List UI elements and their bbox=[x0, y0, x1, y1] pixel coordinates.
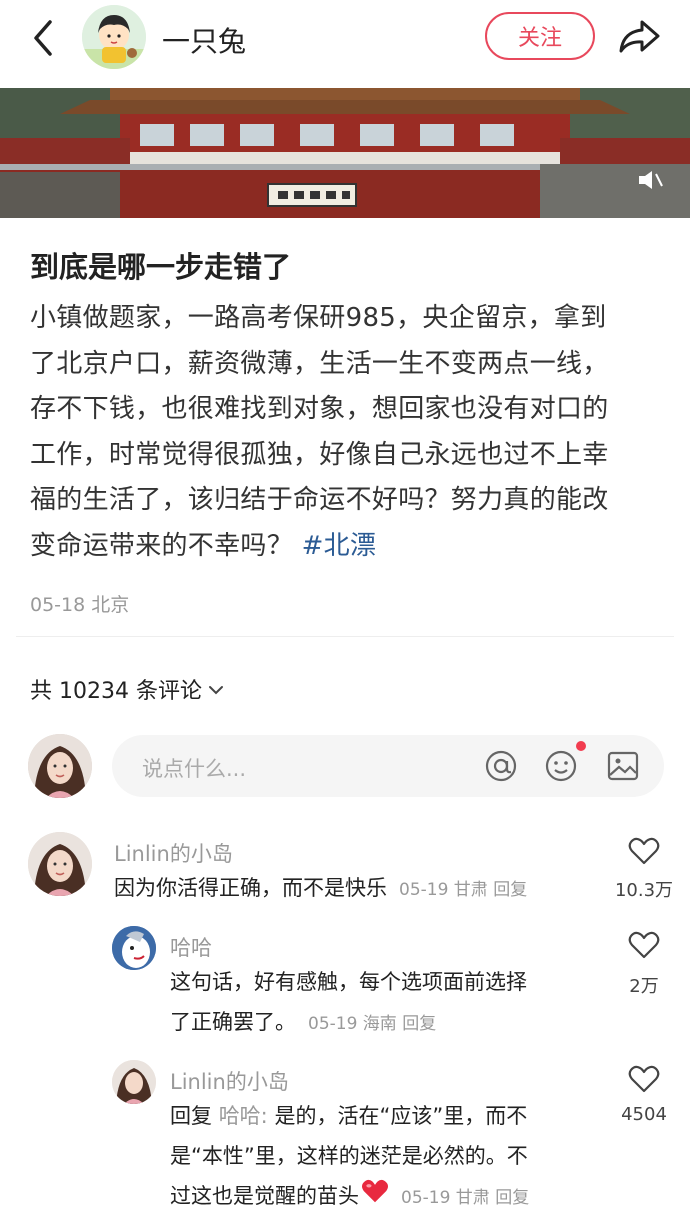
heart-emoji-icon bbox=[361, 1177, 389, 1214]
post-body-line: 存不下钱，也很难找到对象，想回家也没有对口的 bbox=[30, 394, 609, 424]
post-meta: 05-18 北京 bbox=[30, 594, 130, 616]
mute-icon[interactable] bbox=[636, 168, 664, 192]
commenter-name[interactable]: 哈哈 bbox=[170, 932, 212, 962]
commenter-avatar[interactable] bbox=[28, 832, 92, 896]
comment-line: 这句话，好有感触，每个选项面前选择 bbox=[170, 970, 527, 994]
comment-line: 是“本性”里，这样的迷茫是必然的。不 bbox=[170, 1144, 528, 1168]
notification-dot bbox=[576, 741, 586, 751]
divider bbox=[16, 636, 674, 637]
comment-meta[interactable]: 05-19 甘肃 回复 bbox=[399, 880, 527, 900]
comment-input[interactable]: 说点什么... bbox=[112, 735, 664, 797]
chevron-down-icon bbox=[208, 677, 224, 702]
follow-button[interactable]: 关注 bbox=[485, 12, 595, 60]
author-name[interactable]: 一只兔 bbox=[162, 20, 246, 60]
share-icon[interactable] bbox=[616, 16, 662, 56]
hashtag-link[interactable]: #北漂 bbox=[302, 531, 377, 561]
comment-text: 因为你活得正确，而不是快乐 05-19 甘肃 回复 bbox=[114, 868, 527, 910]
commenter-avatar[interactable] bbox=[112, 1060, 156, 1104]
post-body-line: 了北京户口，薪资微薄，生活一生不变两点一线， bbox=[30, 348, 609, 379]
my-avatar bbox=[28, 734, 92, 798]
post-title: 到底是哪一步走错了 bbox=[30, 250, 292, 284]
comment-line: 过这也是觉醒的苗头 05-19 甘肃 回复 bbox=[170, 1176, 529, 1214]
emoji-icon[interactable] bbox=[544, 749, 578, 783]
comment-line: 了正确罢了。 05-19 海南 回复 bbox=[170, 1002, 527, 1044]
comment-meta[interactable]: 05-19 海南 回复 bbox=[308, 1014, 436, 1034]
comment-body: 了正确罢了。 bbox=[170, 1010, 296, 1034]
post-body-line: 工作，时常觉得很孤独，好像自己永远也过不上幸 bbox=[30, 439, 609, 470]
post-body-line: 变命运带来的不幸吗？ #北漂 bbox=[30, 524, 662, 570]
comment-body: 过这也是觉醒的苗头 bbox=[170, 1184, 359, 1208]
heart-icon[interactable] bbox=[628, 930, 660, 960]
at-icon[interactable] bbox=[484, 749, 518, 783]
post-body-text: 变命运带来的不幸吗？ bbox=[30, 530, 294, 561]
comment-input-placeholder: 说点什么... bbox=[142, 757, 247, 781]
image-icon[interactable] bbox=[606, 749, 640, 783]
post-body: 小镇做题家，一路高考保研985，央企留京，拿到 了北京户口，薪资微薄，生活一生不… bbox=[30, 296, 662, 569]
comment-meta[interactable]: 05-19 甘肃 回复 bbox=[401, 1188, 529, 1208]
back-icon[interactable] bbox=[26, 18, 60, 58]
post-cover-image[interactable] bbox=[0, 88, 690, 218]
author-avatar[interactable] bbox=[82, 5, 146, 69]
commenter-avatar[interactable] bbox=[112, 926, 156, 970]
comment-text: 这句话，好有感触，每个选项面前选择 了正确罢了。 05-19 海南 回复 bbox=[170, 962, 527, 1044]
comment-text: 回复 哈哈: 是的，活在“应该”里，而不 是“本性”里，这样的迷茫是必然的。不 … bbox=[170, 1096, 529, 1214]
comment-line: 回复 哈哈: 是的，活在“应该”里，而不 bbox=[170, 1096, 529, 1136]
reply-prefix: 回复 bbox=[170, 1104, 212, 1128]
commenter-name[interactable]: Linlin的小岛 bbox=[170, 1066, 289, 1096]
comment-count-toggle[interactable]: 共 10234 条评论 bbox=[30, 673, 224, 705]
like-count: 10.3万 bbox=[614, 880, 674, 901]
comment-body: 因为你活得正确，而不是快乐 bbox=[114, 876, 387, 900]
post-body-line: 小镇做题家，一路高考保研985，央企留京，拿到 bbox=[30, 303, 607, 333]
like-count: 4504 bbox=[621, 1104, 667, 1125]
post-body-line: 福的生活了，该归结于命运不好吗？努力真的能改 bbox=[30, 485, 609, 515]
heart-icon[interactable] bbox=[628, 1064, 660, 1094]
top-bar: 一只兔 关注 bbox=[0, 0, 690, 88]
comment-body: 是的，活在“应该”里，而不 bbox=[267, 1104, 528, 1128]
commenter-name[interactable]: Linlin的小岛 bbox=[114, 838, 233, 868]
comment-count-label: 共 10234 条评论 bbox=[30, 679, 202, 704]
like-count: 2万 bbox=[629, 976, 659, 997]
reply-to-name[interactable]: 哈哈: bbox=[219, 1104, 268, 1128]
heart-icon[interactable] bbox=[628, 836, 660, 866]
